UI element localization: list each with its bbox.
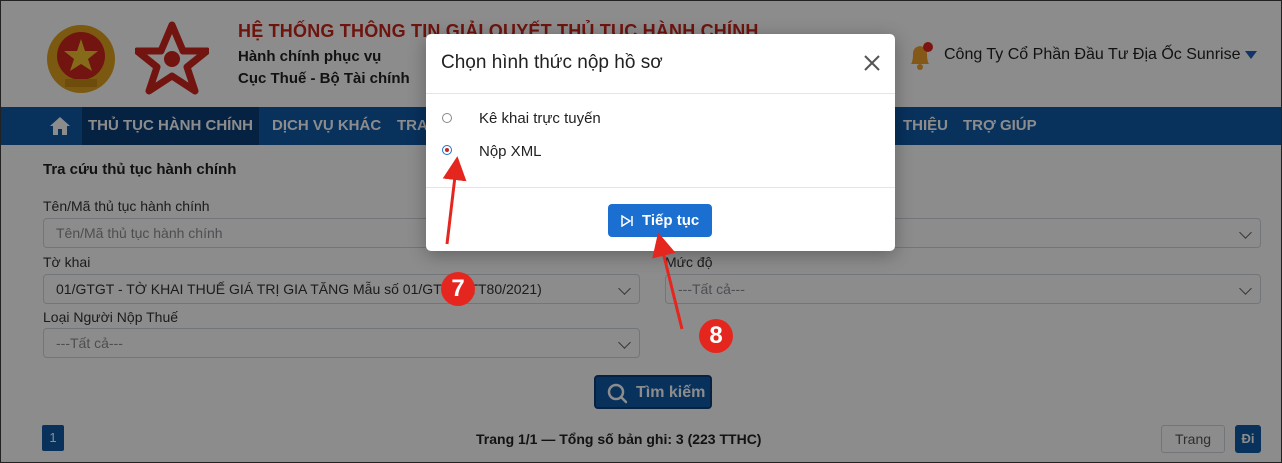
radio-submit-xml[interactable]	[442, 145, 452, 155]
close-icon[interactable]	[862, 53, 882, 73]
radio-online-declaration[interactable]	[442, 113, 452, 123]
step-7-badge: 7	[441, 272, 475, 306]
submission-method-modal: Chọn hình thức nộp hồ sơ Kê khai trực tu…	[426, 34, 895, 251]
radio-submit-xml-label[interactable]: Nộp XML	[479, 143, 542, 160]
screen-frame: HỆ THỐNG THÔNG TIN GIẢI QUYẾT THỦ TỤC HÀ…	[0, 0, 1282, 463]
play-step-icon	[621, 215, 633, 227]
modal-divider	[426, 93, 895, 94]
radio-online-declaration-label[interactable]: Kê khai trực tuyến	[479, 110, 601, 127]
continue-button[interactable]: Tiếp tục	[608, 204, 712, 237]
continue-button-label: Tiếp tục	[642, 212, 700, 229]
modal-footer-divider	[426, 187, 895, 188]
modal-title: Chọn hình thức nộp hồ sơ	[441, 52, 663, 73]
step-8-badge: 8	[699, 319, 733, 353]
